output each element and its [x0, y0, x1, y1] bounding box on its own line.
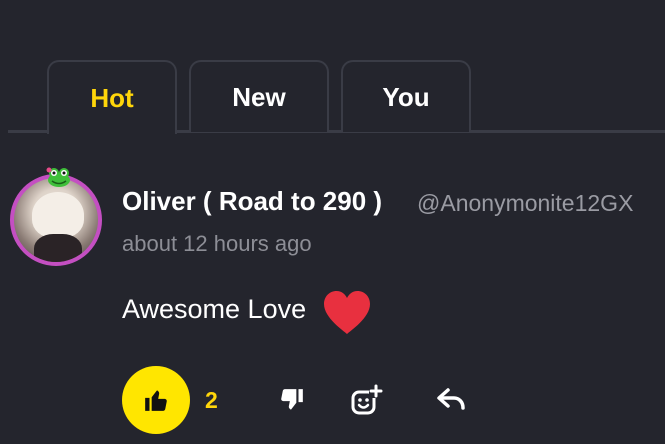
- reply-button[interactable]: [431, 380, 471, 420]
- like-button[interactable]: [122, 366, 190, 434]
- tab-you[interactable]: You: [341, 60, 471, 132]
- avatar-body: [34, 234, 82, 262]
- heart-icon: [324, 291, 370, 334]
- tab-hot-label: Hot: [90, 82, 134, 113]
- comment-text: Awesome Love: [122, 294, 307, 324]
- dislike-button[interactable]: [272, 380, 312, 420]
- tab-new-label: New: [232, 81, 286, 112]
- add-emoji-icon: [351, 384, 383, 415]
- avatar[interactable]: [10, 167, 102, 266]
- add-reaction-button[interactable]: [346, 380, 386, 420]
- tab-new[interactable]: New: [189, 60, 329, 132]
- thumbs-down-icon: [281, 389, 303, 410]
- comment-handle[interactable]: @Anonymonite12GX: [417, 190, 633, 217]
- tab-hot[interactable]: Hot: [47, 60, 177, 134]
- like-count: 2: [205, 387, 218, 413]
- comment-author[interactable]: Oliver ( Road to 290 ): [122, 186, 382, 217]
- tab-you-label: You: [382, 81, 430, 112]
- reply-icon: [437, 388, 465, 410]
- thumbs-up-icon: [145, 390, 167, 411]
- frog-badge-icon: [46, 167, 70, 187]
- comment-timestamp: about 12 hours ago: [122, 231, 312, 256]
- comments-page: Hot New You Oliver ( Road to 290 ) @Anon…: [0, 0, 665, 444]
- avatar-hair: [32, 192, 84, 238]
- tab-bar: Hot New You: [0, 60, 665, 134]
